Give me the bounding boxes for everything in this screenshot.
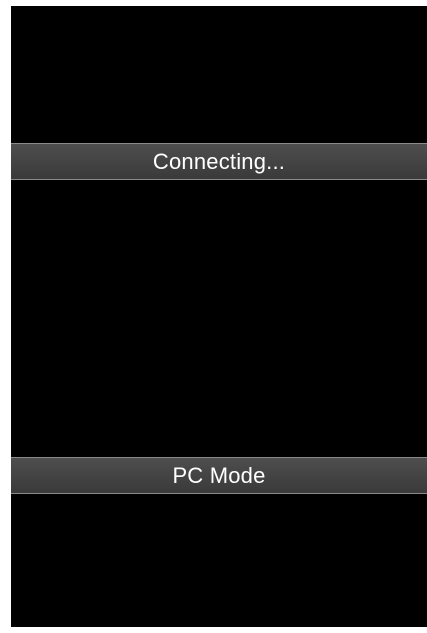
mode-bar: PC Mode — [11, 457, 427, 494]
status-label: Connecting... — [152, 148, 286, 174]
status-bar: Connecting... — [11, 143, 427, 180]
device-frame: Connecting... PC Mode — [0, 0, 427, 633]
mode-label: PC Mode — [172, 462, 266, 488]
device-screen: Connecting... PC Mode — [11, 6, 427, 627]
